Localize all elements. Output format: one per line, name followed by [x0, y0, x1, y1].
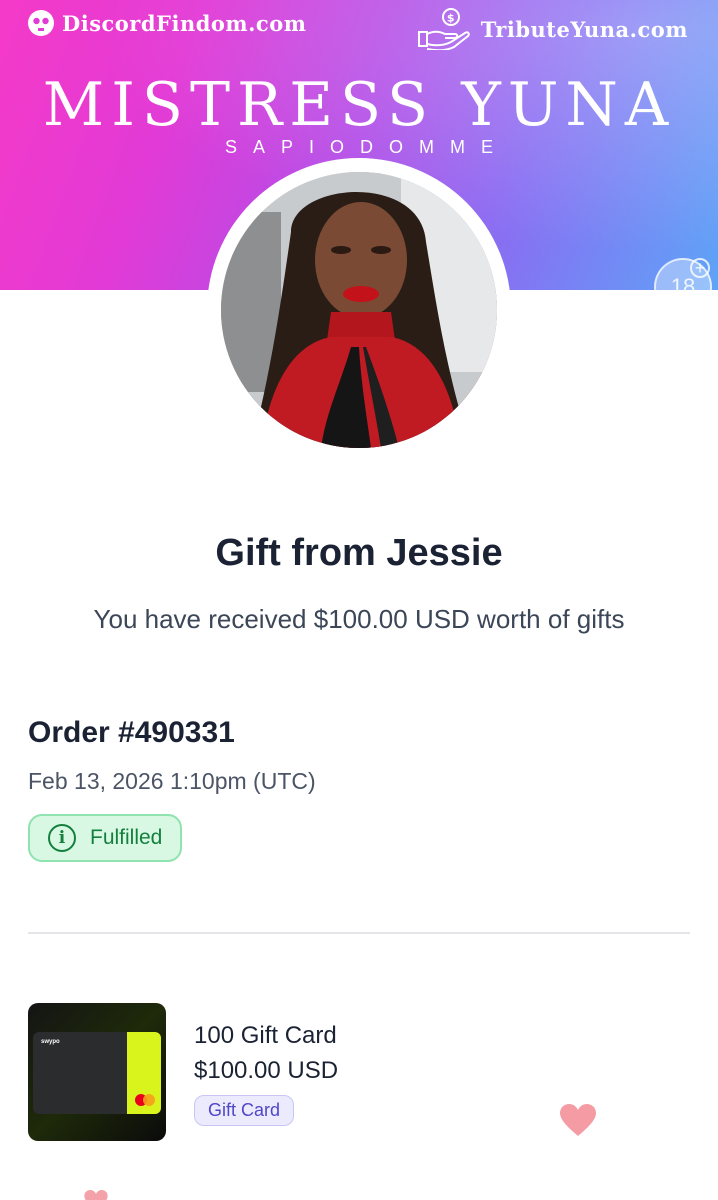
svg-text:$: $ — [447, 12, 455, 25]
divider — [28, 932, 690, 934]
order-date: Feb 13, 2026 1:10pm (UTC) — [28, 768, 316, 794]
heart-icon — [560, 1104, 596, 1136]
status-badge: i Fulfilled — [28, 814, 183, 862]
brand-discordfindom-link[interactable]: DiscordFindom.com — [26, 8, 306, 38]
age-18-badge: 18 + — [654, 258, 712, 316]
card-logo: swypo — [41, 1039, 60, 1045]
heart-icon — [84, 1190, 108, 1200]
skull-flower-icon — [28, 10, 54, 36]
mastercard-icon — [135, 1094, 155, 1106]
card-graphic: swypo — [33, 1032, 161, 1114]
avatar — [207, 158, 511, 462]
product-price: $100.00 USD — [194, 1057, 339, 1084]
brand-right-label: TributeYuna.com — [480, 16, 688, 42]
age-badge-number: 18 — [670, 274, 696, 299]
gift-title: Gift from Jessie — [215, 532, 503, 574]
hand-coin-icon: $ — [417, 8, 470, 50]
status-label: Fulfilled — [90, 826, 163, 849]
product-tag: Gift Card — [194, 1095, 295, 1126]
gift-card-thumbnail: swypo — [28, 1003, 166, 1141]
hero-title: MISTRESS YUNA — [42, 70, 676, 140]
avatar-photo — [221, 172, 497, 448]
plus-icon: + — [690, 258, 710, 278]
brand-tributeyuna-link[interactable]: $ TributeYuna.com — [417, 8, 688, 50]
info-icon: i — [48, 824, 76, 852]
brand-left-label: DiscordFindom.com — [62, 10, 307, 36]
order-number: Order #490331 — [28, 716, 235, 749]
hero-subtitle: SAPIODOMME — [224, 137, 509, 157]
product-name: 100 Gift Card — [194, 1022, 337, 1049]
gift-subtitle: You have received $100.00 USD worth of g… — [93, 604, 625, 634]
portrait-image — [221, 172, 497, 448]
